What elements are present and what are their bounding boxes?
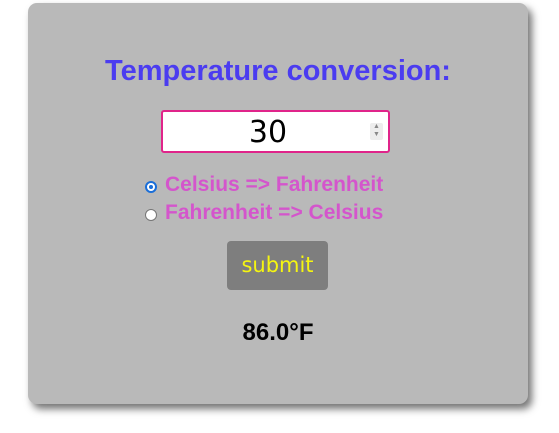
temperature-input-value[interactable]: 30 <box>163 112 373 151</box>
chevron-down-icon[interactable]: ▼ <box>370 131 383 139</box>
conversion-card: Temperature conversion: 30 ▲ ▼ Celsius =… <box>28 3 528 404</box>
radio-f-to-c[interactable] <box>145 209 157 221</box>
chevron-up-icon[interactable]: ▲ <box>370 123 383 131</box>
page-title: Temperature conversion: <box>105 55 451 87</box>
option-f-to-c-label[interactable]: Fahrenheit => Celsius <box>165 201 383 225</box>
option-c-to-f-label[interactable]: Celsius => Fahrenheit <box>165 173 383 197</box>
option-f-to-c[interactable]: Fahrenheit => Celsius <box>145 200 383 226</box>
temperature-input[interactable]: 30 ▲ ▼ <box>161 110 390 153</box>
radio-c-to-f[interactable] <box>145 181 157 193</box>
conversion-result: 86.0°F <box>242 319 314 346</box>
number-stepper[interactable]: ▲ ▼ <box>370 123 383 140</box>
option-c-to-f[interactable]: Celsius => Fahrenheit <box>145 172 383 198</box>
submit-button[interactable]: submit <box>227 241 328 290</box>
